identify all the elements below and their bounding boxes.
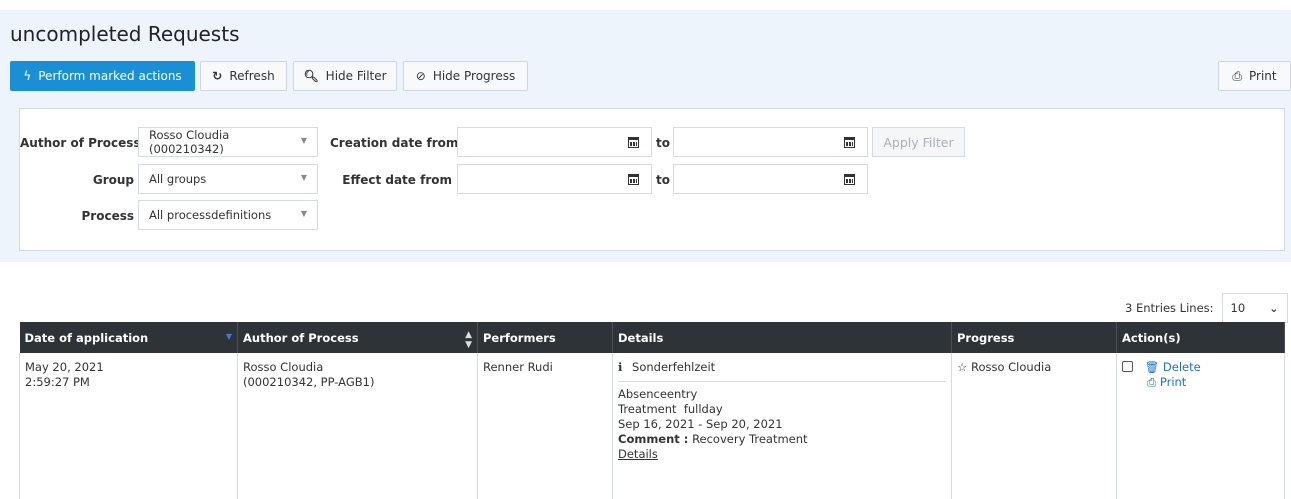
effect-to-label: to [656, 173, 670, 187]
application-time: 2:59:27 PM [25, 375, 90, 389]
print-label: Print [1249, 69, 1277, 83]
effect-from-calendar-button[interactable] [616, 164, 652, 194]
creation-date-from-input[interactable] [457, 127, 617, 157]
table-row: May 20, 2021 2:59:27 PM Rosso Cloudia (0… [19, 353, 1285, 499]
sort-icon: ▲ ▼ [465, 330, 472, 350]
creation-to-calendar-button[interactable] [832, 127, 868, 157]
col-header-date-label: Date of application [24, 330, 149, 345]
author-select[interactable]: Rosso Cloudia (000210342) ▼ [138, 127, 318, 157]
table-header-row: Date of application ▼ Author of Process ▲ ▼… [19, 322, 1285, 353]
author-name: Rosso Cloudia [243, 360, 324, 374]
calendar-icon [844, 173, 855, 185]
calendar-icon [628, 136, 639, 148]
chevron-down-icon: ⌄ [1269, 301, 1279, 315]
entries-count: 3 Entries Lines: [1125, 301, 1214, 315]
hide-filter-label: Hide Filter [325, 69, 387, 83]
sort-down-icon: ▼ [225, 332, 232, 341]
creation-date-to-input[interactable] [673, 127, 833, 157]
row-select-checkbox[interactable] [1122, 361, 1133, 372]
creation-to-label: to [656, 136, 670, 150]
col-header-performers: Performers [477, 322, 613, 353]
lines-value: 10 [1230, 301, 1246, 315]
star-icon: ☆ [957, 360, 968, 374]
effect-date-from-input[interactable] [457, 164, 617, 194]
ban-icon: ⊘ [415, 69, 426, 83]
details-range: Sep 16, 2021 - Sep 20, 2021 [618, 417, 783, 431]
perform-label: Perform marked actions [38, 69, 182, 83]
col-header-author[interactable]: Author of Process ▲ ▼ [237, 322, 478, 353]
page-title: uncompleted Requests [10, 22, 240, 46]
col-header-progress: Progress [951, 322, 1117, 353]
author-id: (000210342, PP-AGB1) [243, 375, 375, 389]
progress-person: Rosso Cloudia [970, 360, 1052, 374]
col-header-details: Details [612, 322, 952, 353]
details-type: Absenceentry [618, 387, 698, 401]
caret-down-icon: ▼ [300, 209, 307, 218]
comment-value: Recovery Treatment [692, 432, 808, 446]
author-cell: Rosso Cloudia (000210342, PP-AGB1) [237, 353, 478, 499]
caret-down-icon: ▼ [300, 173, 307, 182]
process-select-value: All processdefinitions [149, 208, 272, 222]
col-header-date[interactable]: Date of application ▼ [19, 322, 238, 353]
hide-progress-label: Hide Progress [432, 69, 516, 83]
col-header-author-label: Author of Process [243, 330, 359, 345]
entries-control: 3 Entries Lines: 10 ⌄ [1125, 293, 1288, 323]
group-select[interactable]: All groups ▼ [138, 164, 318, 194]
search-icon: 🔍︎ [303, 69, 319, 83]
perform-marked-actions-button[interactable]: ϟ Perform marked actions [10, 61, 195, 91]
apply-filter-button[interactable]: Apply Filter [872, 127, 965, 157]
creation-date-label: Creation date from [330, 136, 459, 150]
calendar-icon [844, 136, 855, 148]
refresh-button[interactable]: ↻ Refresh [200, 61, 287, 91]
actions-cell: 🗑︎ Delete ⎙ Print [1116, 353, 1285, 499]
bolt-icon: ϟ [23, 69, 32, 83]
trash-icon: 🗑︎ [1144, 360, 1160, 374]
refresh-label: Refresh [229, 69, 275, 83]
date-cell: May 20, 2021 2:59:27 PM [19, 353, 238, 499]
requests-table: Date of application ▼ Author of Process ▲ ▼… [19, 322, 1285, 499]
caret-down-icon: ▼ [300, 136, 307, 145]
effect-to-calendar-button[interactable] [832, 164, 868, 194]
group-select-value: All groups [149, 172, 207, 186]
creation-from-calendar-button[interactable] [616, 127, 652, 157]
print-action-link[interactable]: Print [1160, 375, 1186, 389]
hide-progress-button[interactable]: ⊘ Hide Progress [403, 61, 528, 91]
author-select-value: Rosso Cloudia (000210342) [149, 128, 230, 156]
col-header-actions: Action(s) [1116, 322, 1285, 353]
details-title: Sonderfehlzeit [632, 360, 716, 374]
application-date: May 20, 2021 [25, 360, 104, 374]
group-filter-label: Group [92, 173, 134, 187]
printer-icon: ⎙ [1147, 375, 1157, 389]
printer-icon: ⎙ [1232, 68, 1242, 83]
details-cell: ℹ Sonderfehlzeit Absenceentry Treatment … [612, 353, 952, 499]
performer-cell: Renner Rudi [477, 353, 613, 499]
print-button[interactable]: ⎙ Print [1218, 61, 1291, 91]
hide-filter-button[interactable]: 🔍︎ Hide Filter [293, 61, 397, 91]
details-link[interactable]: Details [618, 447, 658, 461]
lines-per-page-select[interactable]: 10 ⌄ [1221, 293, 1288, 323]
details-treatment: Treatment fullday [618, 402, 723, 416]
details-divider [618, 381, 946, 382]
info-icon: ℹ [618, 360, 623, 374]
effect-date-label: Effect date from [342, 173, 452, 187]
process-filter-label: Process [81, 209, 135, 223]
refresh-icon: ↻ [212, 69, 223, 83]
progress-cell: ☆ Rosso Cloudia [951, 353, 1117, 499]
effect-date-to-input[interactable] [673, 164, 833, 194]
calendar-icon [628, 173, 639, 185]
delete-action-link[interactable]: Delete [1163, 360, 1201, 374]
author-filter-label: Author of Process [20, 136, 141, 150]
process-select[interactable]: All processdefinitions ▼ [138, 200, 318, 230]
comment-label: Comment : [618, 432, 689, 446]
